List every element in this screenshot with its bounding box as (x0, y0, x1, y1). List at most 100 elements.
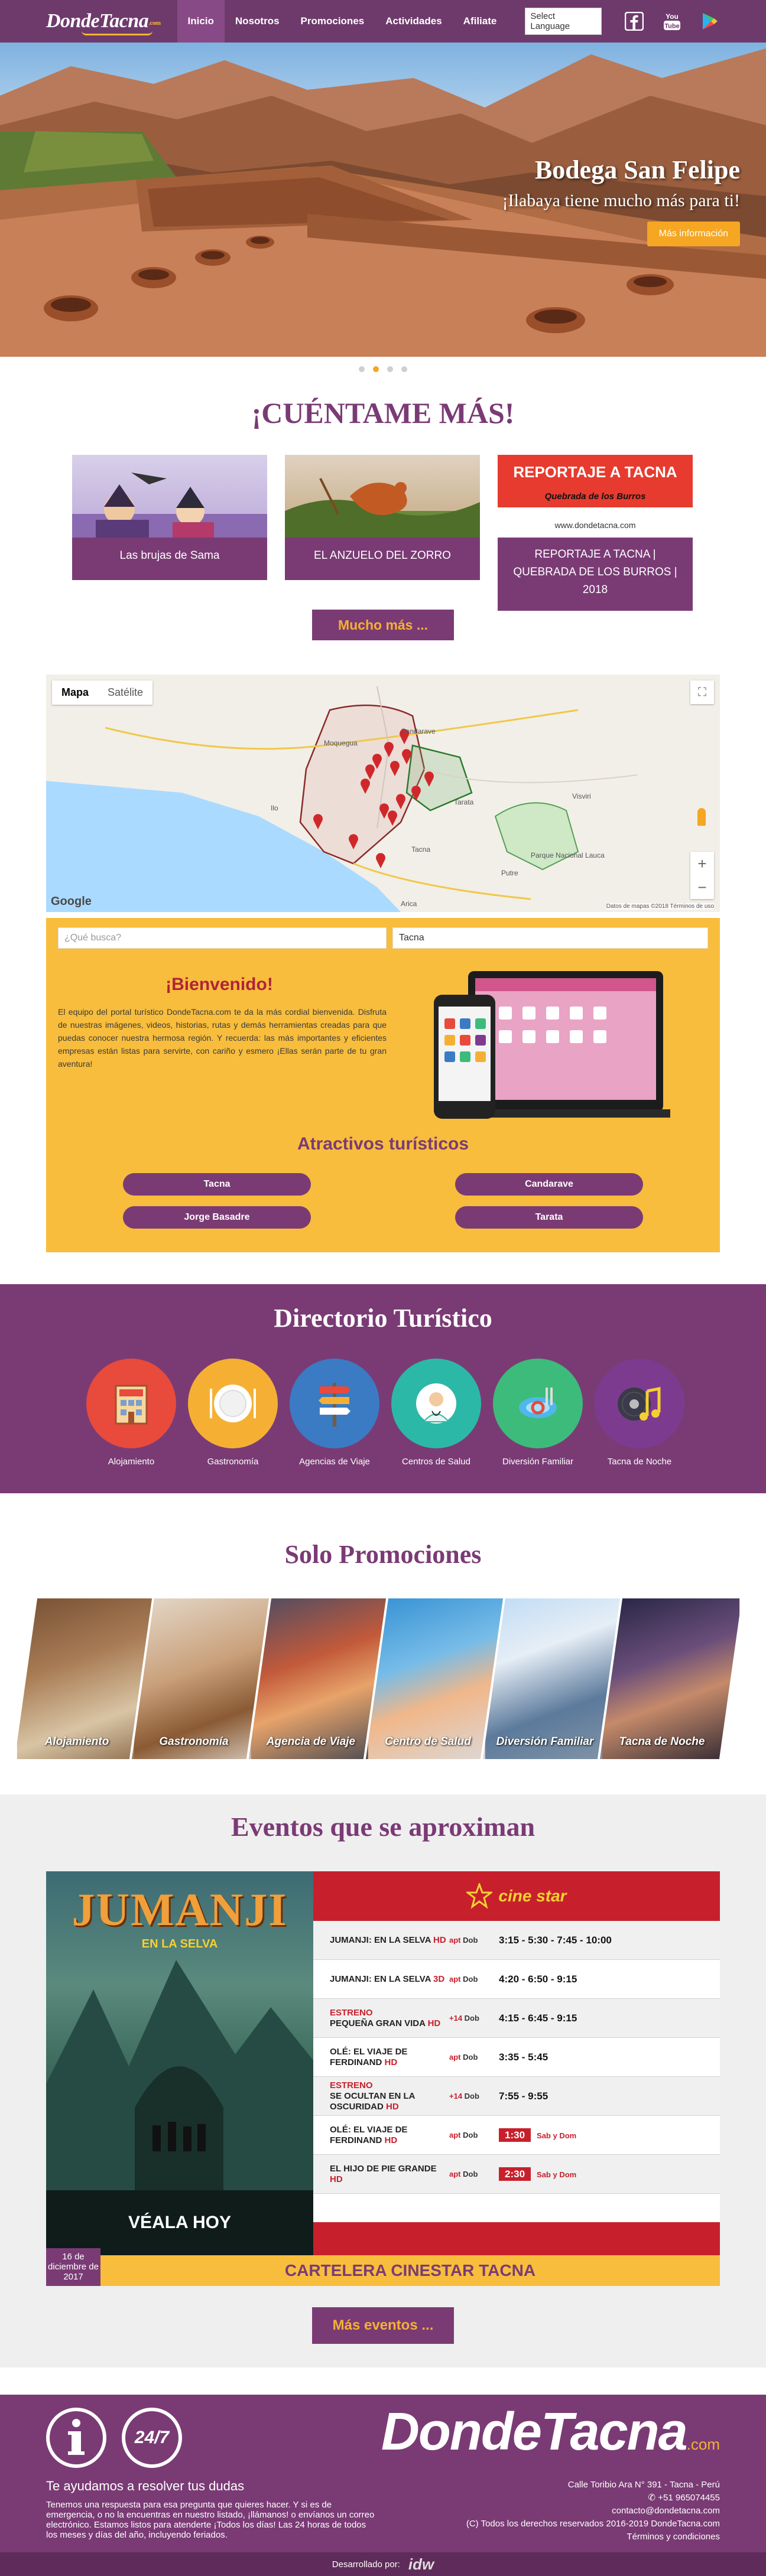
welcome-text: El equipo del portal turístico DondeTacn… (58, 1007, 387, 1069)
directory-item-agencias[interactable]: Agencias de Viaje (290, 1359, 379, 1467)
story-image (72, 455, 267, 538)
movie-rating: apt Dob (449, 2053, 478, 2062)
google-map[interactable]: Moquegua Ilo Tacna Candarave Tarata Putr… (46, 675, 720, 912)
developer-logo[interactable]: idw (408, 2555, 434, 2574)
poster-tagline: VÉALA HOY (128, 2213, 231, 2232)
story-card[interactable]: REPORTAJE A TACNA Quebrada de los Burros… (498, 455, 693, 611)
movie-row: OLÉ: EL VIAJE DE FERDINAND HD apt Dob 1:30… (313, 2116, 720, 2155)
nav-link-nosotros[interactable]: Nosotros (225, 0, 290, 43)
map-label-moquegua: Moquegua (324, 739, 358, 747)
directory-item-gastronomia[interactable]: Gastronomía (188, 1359, 278, 1467)
movie-row: ESTRENO PEQUEÑA GRAN VIDA HD +14 Dob 4:15 -… (313, 1999, 720, 2038)
plate-icon (188, 1359, 278, 1448)
movie-showtimes: 1:30 Sab y Dom (499, 2128, 576, 2142)
map-attribution[interactable]: Datos de mapas ©2018 Términos de uso (606, 903, 714, 910)
movie-showtimes: 4:15 - 6:45 - 9:15 (499, 2012, 577, 2024)
search-select[interactable]: ¿Qué busca? (58, 927, 387, 949)
carousel-dot[interactable] (401, 366, 407, 372)
movie-row: JUMANJI: EN LA SELVA 3D apt Dob 4:20 - 6:5… (313, 1960, 720, 1999)
directory-label: Diversión Familiar (502, 1457, 574, 1467)
promo-label: Diversión Familiar (496, 1735, 594, 1748)
doctor-icon (391, 1359, 481, 1448)
movie-showtimes: 3:35 - 5:45 (499, 2051, 548, 2063)
zoom-out-button[interactable]: − (690, 875, 714, 899)
svg-text:Tube: Tube (664, 23, 679, 30)
directory-item-alojamiento[interactable]: Alojamiento (86, 1359, 176, 1467)
footer-terms-link[interactable]: Términos y condiciones (466, 2531, 720, 2544)
footer-copyright: (C) Todos los derechos reservados 2016-2… (466, 2519, 720, 2529)
movie-showtimes: 4:20 - 6:50 - 9:15 (499, 1973, 577, 1985)
story-card[interactable]: EL ANZUELO DEL ZORRO (285, 455, 480, 611)
map-label-visviri: Visviri (572, 792, 591, 800)
movie-title: ESTRENO PEQUEÑA GRAN VIDA HD (330, 2007, 441, 2028)
google-play-icon[interactable] (700, 11, 720, 31)
footer-phone[interactable]: ✆ +51 965074455 (466, 2492, 720, 2505)
youtube-icon[interactable]: You Tube (662, 11, 682, 31)
footer-email[interactable]: contacto@dondetacna.com (466, 2505, 720, 2518)
hero-carousel[interactable]: Bodega San Felipe ¡Ilabaya tiene mucho m… (0, 43, 766, 357)
map-label-ilo: Ilo (271, 804, 278, 812)
directory-label: Centros de Salud (402, 1457, 470, 1467)
hero-title: Bodega San Felipe (534, 155, 740, 184)
carousel-dot-active[interactable] (373, 366, 379, 372)
navbar: DondeTacna.com Inicio Nosotros Promocion… (0, 0, 766, 43)
promo-label: Tacna de Noche (619, 1735, 705, 1748)
promo-label: Agencia de Viaje (266, 1735, 356, 1748)
map-label-arica: Arica (401, 900, 417, 908)
site-logo[interactable]: DondeTacna.com (46, 10, 161, 35)
attraction-button-tacna[interactable]: Tacna (123, 1173, 311, 1196)
nav-link-inicio[interactable]: Inicio (177, 0, 225, 43)
attraction-button-jorge-basadre[interactable]: Jorge Basadre (123, 1206, 311, 1229)
story-card[interactable]: Las brujas de Sama (72, 455, 267, 611)
poster-title: JUMANJI (72, 1884, 288, 1935)
nav-link-promociones[interactable]: Promociones (290, 0, 375, 43)
language-select[interactable]: Select Language (525, 8, 602, 35)
movie-row: ESTRENO SE OCULTAN EN LA OSCURIDAD HD +14 … (313, 2077, 720, 2116)
map-tab-map[interactable]: Mapa (52, 680, 98, 705)
attractions-title: Atractivos turísticos (297, 1134, 469, 1154)
promo-noche[interactable]: Tacna de Noche (597, 1598, 742, 1759)
directory-section: Directorio Turístico Alojamiento Gastron… (0, 1284, 766, 1493)
cinema-schedule: cine star JUMANJI: EN LA SELVA HD apt Dob… (313, 1871, 720, 2255)
directory-title: Directorio Turístico (274, 1304, 492, 1333)
facebook-icon[interactable] (624, 11, 644, 31)
directory-item-noche[interactable]: Tacna de Noche (595, 1359, 684, 1467)
movie-title: JUMANJI: EN LA SELVA 3D (330, 1973, 445, 1984)
more-stories-button[interactable]: Mucho más ... (312, 610, 454, 640)
hero-more-info-button[interactable]: Más información (647, 222, 740, 246)
story-label: REPORTAJE A TACNA | QUEBRADA DE LOS BURR… (498, 538, 693, 611)
footer-credits: Desarrollado por: idw (0, 2552, 766, 2576)
attraction-button-candarave[interactable]: Candarave (455, 1173, 643, 1196)
music-icon (595, 1359, 684, 1448)
nav-link-actividades[interactable]: Actividades (375, 0, 452, 43)
footer-logo[interactable]: DondeTacna.com (381, 2402, 720, 2463)
movie-row: EL HIJO DE PIE GRANDE HD apt Dob 2:30 Sab y… (313, 2155, 720, 2194)
map-label-candarave: Candarave (401, 727, 436, 735)
carousel-dot[interactable] (359, 366, 365, 372)
directory-item-diversion[interactable]: Diversión Familiar (493, 1359, 583, 1467)
directory-item-salud[interactable]: Centros de Salud (391, 1359, 481, 1467)
event-card[interactable]: JUMANJI EN LA SELVA VÉALA HOY cine star … (46, 1871, 720, 2286)
story-image (285, 455, 480, 538)
map-tab-satellite[interactable]: Satélite (98, 680, 152, 705)
nav-link-afiliate[interactable]: Afiliate (453, 0, 508, 43)
city-select[interactable]: Tacna (392, 927, 708, 949)
map-label-lauca: Parque Nacional Lauca (531, 851, 605, 859)
footer-help-title: Te ayudamos a resolver tus dudas (46, 2479, 245, 2493)
footer: 24/7 Te ayudamos a resolver tus dudas Te… (0, 2395, 766, 2576)
promo-label: Alojamiento (44, 1735, 109, 1748)
promo-label: Gastronomía (159, 1735, 229, 1748)
map-label-tacna: Tacna (411, 845, 430, 854)
movie-row: OLÉ: EL VIAJE DE FERDINAND HD apt Dob 3:35… (313, 2038, 720, 2077)
more-events-button[interactable]: Más eventos ... (312, 2307, 454, 2344)
attraction-button-tarata[interactable]: Tarata (455, 1206, 643, 1229)
zoom-in-button[interactable]: + (690, 852, 714, 875)
event-date: 16 de diciembre de 2017 (46, 2248, 100, 2286)
street-view-pegman-icon[interactable] (697, 808, 706, 826)
story-image-subtitle: Quebrada de los Burros (498, 489, 693, 507)
promo-label: Centro de Salud (385, 1735, 471, 1748)
fullscreen-icon[interactable]: ⛶ (690, 680, 714, 704)
hero-subtitle: ¡Ilabaya tiene mucho más para ti! (502, 191, 740, 210)
movie-title: ESTRENO SE OCULTAN EN LA OSCURIDAD HD (330, 2080, 415, 2112)
carousel-dot[interactable] (387, 366, 393, 372)
